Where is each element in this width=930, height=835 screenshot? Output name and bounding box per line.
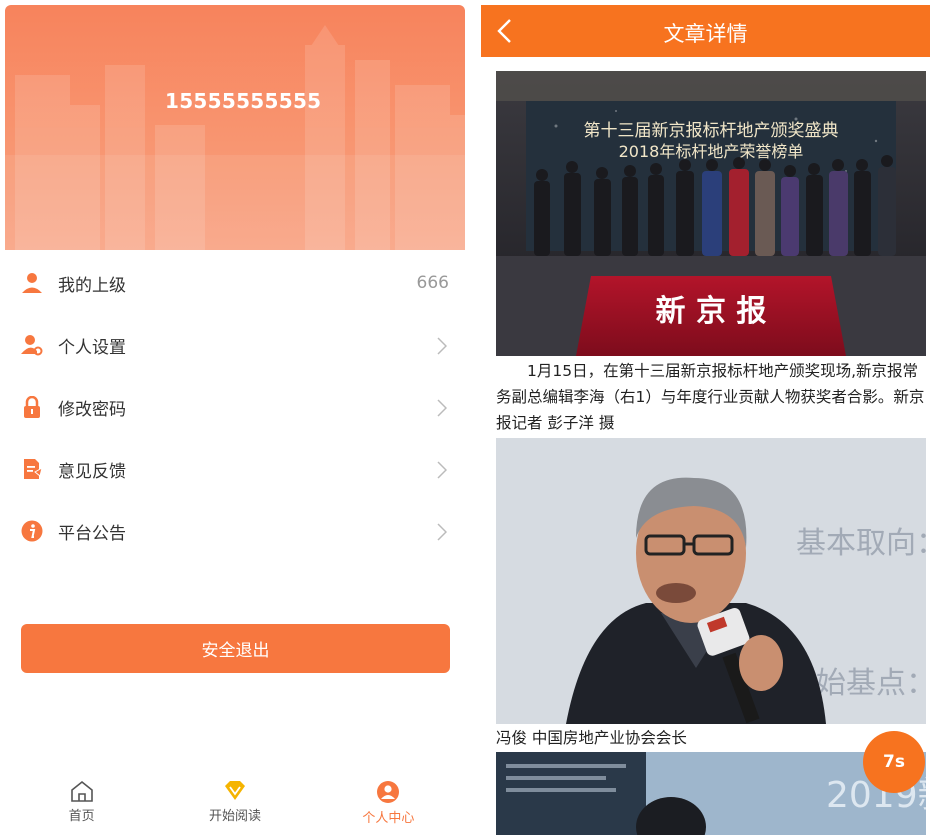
home-icon <box>70 780 93 802</box>
top-nav-bar: 文章详情 <box>481 5 930 57</box>
banner-subtitle: 2018年标杆地产荣誉榜单 <box>619 142 804 161</box>
tab-home[interactable]: 首页 <box>5 770 158 835</box>
menu-item-label: 平台公告 <box>58 523 126 544</box>
page-title: 文章详情 <box>663 22 748 46</box>
backdrop-text-top: 基本取向： <box>796 526 926 561</box>
banner-title: 第十三届新京报标杆地产颁奖盛典 <box>584 121 839 141</box>
user-phone: 15555555555 <box>165 89 322 113</box>
logout-button[interactable]: 安全退出 <box>21 624 450 673</box>
chevron-right-icon <box>437 461 447 479</box>
backdrop-text-bottom: 始基点： <box>816 666 926 701</box>
info-icon <box>21 520 43 542</box>
lock-icon <box>21 396 43 418</box>
article-photo-speaker: 基本取向： 始基点： <box>496 438 926 724</box>
menu-item-label: 修改密码 <box>58 399 126 420</box>
article-photo-conference: 2019新 <box>496 752 926 835</box>
superior-value: 666 <box>416 273 449 293</box>
personal-center-panel: 15555555555 我的上级 666 个人设置 修改密码 意见反馈 平台公告… <box>0 0 470 835</box>
chevron-right-icon <box>437 523 447 541</box>
person-icon <box>377 781 400 803</box>
menu-item-label: 个人设置 <box>58 337 126 358</box>
speaker-image: 基本取向： 始基点： <box>496 438 926 724</box>
menu-item-change-password[interactable]: 修改密码 <box>5 376 465 438</box>
user-icon <box>21 272 43 294</box>
chevron-right-icon <box>437 399 447 417</box>
conference-image: 2019新 <box>496 752 926 835</box>
menu-item-feedback[interactable]: 意见反馈 <box>5 438 465 500</box>
photo-caption-2: 冯俊 中国房地产业协会会长 <box>496 729 687 747</box>
photo-caption-1: 1月15日，在第十三届新京报标杆地产颁奖现场,新京报常务副总编辑李海（右1）与年… <box>496 362 925 432</box>
menu-item-personal-settings[interactable]: 个人设置 <box>5 314 465 376</box>
menu-item-superior[interactable]: 我的上级 666 <box>5 252 465 314</box>
stage-logo-text: 新 京 报 <box>656 294 767 329</box>
article-detail-panel: 文章详情 第十三届新京报标杆地产颁奖盛典 2018年标杆地产荣誉榜单 新 京 报… <box>481 0 930 835</box>
diamond-icon <box>224 781 245 800</box>
user-settings-icon <box>21 334 43 356</box>
reading-timer-badge[interactable]: 7s <box>863 731 925 793</box>
city-skyline-background <box>5 25 465 250</box>
award-ceremony-image: 第十三届新京报标杆地产颁奖盛典 2018年标杆地产荣誉榜单 新 京 报 <box>496 71 926 356</box>
menu-item-label: 我的上级 <box>58 275 126 296</box>
tab-start-reading[interactable]: 开始阅读 <box>158 770 311 835</box>
settings-menu: 我的上级 666 个人设置 修改密码 意见反馈 平台公告 <box>5 252 465 562</box>
tab-label: 首页 <box>68 809 95 824</box>
feedback-icon <box>21 458 43 480</box>
profile-header: 15555555555 <box>5 5 465 250</box>
chevron-right-icon <box>437 337 447 355</box>
article-photo-award-ceremony: 第十三届新京报标杆地产颁奖盛典 2018年标杆地产荣誉榜单 新 京 报 <box>496 71 926 356</box>
menu-item-announcement[interactable]: 平台公告 <box>5 500 465 562</box>
bottom-tab-bar: 首页 开始阅读 个人中心 <box>5 770 465 835</box>
tab-label: 个人中心 <box>362 811 415 826</box>
tab-label: 开始阅读 <box>208 809 261 824</box>
tab-personal-center[interactable]: 个人中心 <box>312 770 465 835</box>
menu-item-label: 意见反馈 <box>58 461 126 482</box>
